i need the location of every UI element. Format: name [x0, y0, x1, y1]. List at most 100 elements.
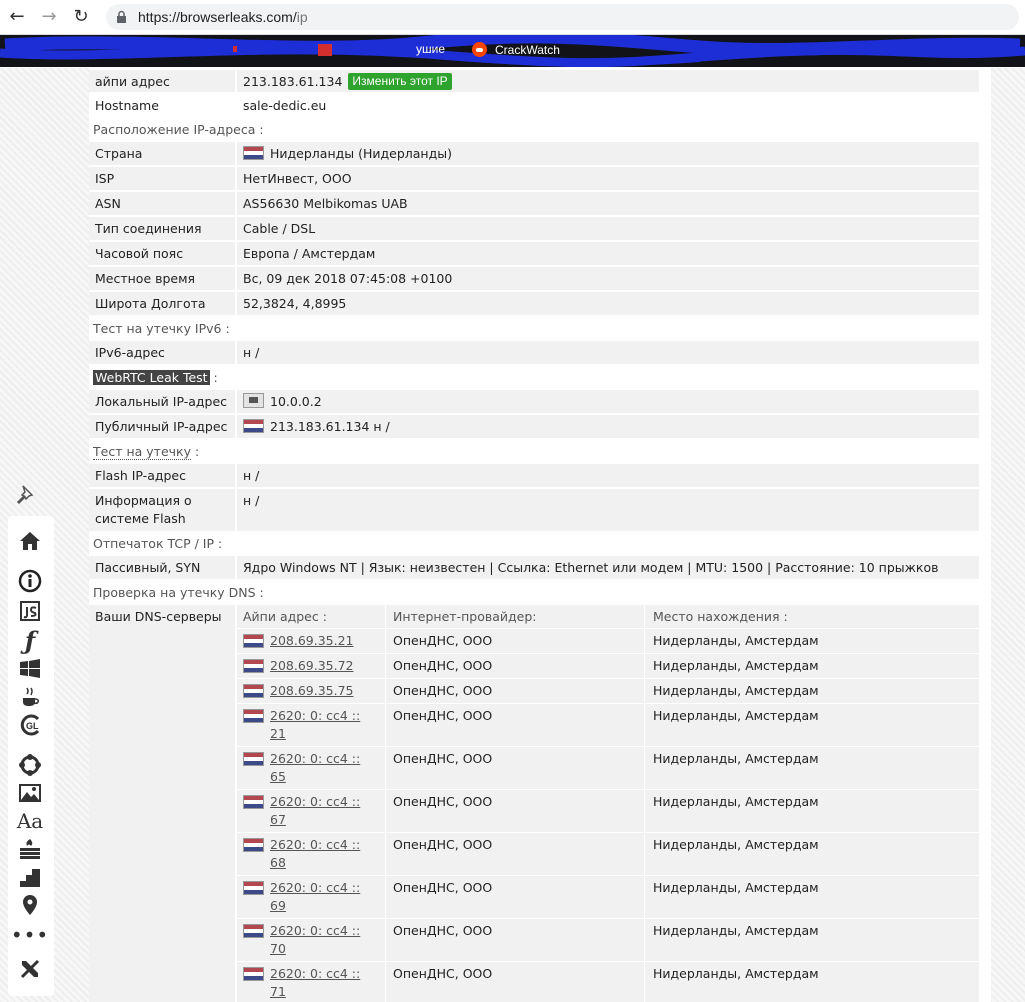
row-value: н /: [237, 489, 979, 531]
dns-column-divider: [385, 605, 386, 1002]
dns-ip-link[interactable]: 2620: 0: cc4 :: 69: [270, 879, 370, 915]
ipv6-row: IPv6-адрес н /: [89, 341, 979, 364]
netherlands-flag-icon: [243, 795, 264, 809]
dns-location: Нидерланды, Амстердам: [653, 794, 819, 809]
tools-icon[interactable]: [17, 956, 43, 982]
steps-icon[interactable]: [17, 864, 43, 890]
row-label: Информация о системе Flash: [89, 489, 235, 531]
dns-isp: ОпенДНС, ООО: [393, 837, 493, 852]
netherlands-flag-icon: [243, 146, 264, 160]
section-flash-heading: Тест на утечку :: [93, 444, 200, 460]
dns-ip-link[interactable]: 2620: 0: cc4 :: 70: [270, 922, 370, 958]
dns-isp: ОпенДНС, ООО: [393, 880, 493, 895]
more-icon[interactable]: •••: [11, 922, 48, 948]
row-label: айпи адрес: [89, 70, 235, 92]
url-path: ip: [296, 9, 308, 25]
lock-icon: [117, 10, 126, 23]
dns-ip-link[interactable]: 2620: 0: cc4 :: 65: [270, 750, 370, 786]
netherlands-flag-icon: [243, 634, 264, 648]
local-time-row: Местное время Вс, 09 дек 2018 07:45:08 +…: [89, 267, 979, 290]
fonts-icon[interactable]: [17, 752, 43, 778]
dns-row-separator: [237, 678, 979, 679]
pin-icon[interactable]: [14, 482, 40, 508]
font-icon[interactable]: Aa: [17, 808, 43, 834]
section-location-heading: Расположение IP-адреса :: [93, 122, 264, 137]
row-value: Cable / DSL: [237, 217, 979, 240]
home-icon[interactable]: [17, 528, 43, 554]
row-value: Ядро Windows NT | Язык: неизвестен | Ссы…: [237, 556, 979, 579]
back-arrow-icon[interactable]: ←: [6, 6, 28, 28]
ip-address-row: айпи адрес 213.183.61.134 Изменить этот …: [89, 70, 979, 92]
reload-icon[interactable]: ↻: [70, 6, 92, 28]
dns-isp: ОпенДНС, ООО: [393, 683, 493, 698]
row-value: 10.0.0.2: [237, 390, 979, 413]
dns-col-location: Место нахождения :: [653, 609, 788, 624]
javascript-icon[interactable]: [17, 598, 43, 624]
reddit-icon: [472, 42, 487, 57]
forward-arrow-icon[interactable]: →: [38, 6, 60, 28]
connection-type-row: Тип соединения Cable / DSL: [89, 217, 979, 240]
firewall-icon[interactable]: [17, 836, 43, 862]
row-label: Местное время: [89, 267, 235, 290]
row-label: Flash IP-адрес: [89, 464, 235, 487]
row-value: Европа / Амстердам: [237, 242, 979, 265]
dns-location: Нидерланды, Амстердам: [653, 708, 819, 723]
dns-location: Нидерланды, Амстердам: [653, 633, 819, 648]
ip-address-value: 213.183.61.134: [243, 74, 343, 89]
netherlands-flag-icon: [243, 881, 264, 895]
row-value: Вс, 09 дек 2018 07:45:08 +0100: [237, 267, 979, 290]
flash-ip-row: Flash IP-адрес н /: [89, 464, 979, 487]
section-webrtc-heading: WebRTC Leak Test :: [93, 370, 218, 385]
dns-isp: ОпенДНС, ООО: [393, 658, 493, 673]
java-icon[interactable]: [17, 684, 43, 710]
bookmarks-bar: ушие CrackWatch: [0, 35, 1025, 67]
webgl-icon[interactable]: GL: [17, 712, 43, 738]
image-icon[interactable]: [17, 780, 43, 806]
bookmark-crackwatch[interactable]: CrackWatch: [472, 42, 560, 57]
row-value: н /: [237, 341, 979, 364]
flash-icon[interactable]: ƒ: [17, 628, 43, 654]
dns-location: Нидерланды, Амстердам: [653, 751, 819, 766]
dns-location: Нидерланды, Амстердам: [653, 658, 819, 673]
netherlands-flag-icon: [243, 924, 264, 938]
dns-isp: ОпенДНС, ООО: [393, 794, 493, 809]
bookmark-partial[interactable]: ушие: [416, 42, 445, 56]
dns-ip-link[interactable]: 2620: 0: cc4 :: 21: [270, 707, 370, 743]
dns-ip-link[interactable]: 2620: 0: cc4 :: 67: [270, 793, 370, 829]
dns-row-separator: [237, 703, 979, 704]
row-label: Тип соединения: [89, 217, 235, 240]
windows-icon[interactable]: [17, 656, 43, 682]
row-value: sale-dedic.eu: [237, 94, 979, 116]
row-label: Пассивный, SYN: [89, 556, 235, 579]
isp-row: ISP НетИнвест, ООО: [89, 167, 979, 190]
dns-ip-link[interactable]: 208.69.35.21: [270, 632, 380, 650]
change-ip-button[interactable]: Изменить этот IP: [348, 73, 452, 90]
location-icon[interactable]: [17, 892, 43, 918]
dns-column-divider: [644, 605, 645, 1002]
row-value: 213.183.61.134 Изменить этот IP: [237, 70, 979, 92]
section-tcp-heading: Отпечаток TCP / IP :: [93, 536, 223, 551]
dns-ip-link[interactable]: 208.69.35.72: [270, 657, 380, 675]
row-label: Страна: [89, 142, 235, 165]
country-row: Страна Нидерланды (Нидерланды): [89, 142, 979, 165]
dns-servers-row: Ваши DNS-серверы Айпи адрес : Интернет-п…: [89, 605, 979, 1002]
dns-row-separator: [237, 961, 979, 962]
row-label: Широта Долгота: [89, 292, 235, 315]
dns-col-isp: Интернет-провайдер:: [393, 609, 537, 624]
lan-icon: [243, 393, 264, 408]
dns-ip-link[interactable]: 208.69.35.75: [270, 682, 380, 700]
url-text: https://browserleaks.com/ip: [138, 9, 308, 25]
address-bar[interactable]: https://browserleaks.com/ip: [106, 4, 1019, 30]
dns-ip-link[interactable]: 2620: 0: cc4 :: 71: [270, 965, 370, 1001]
row-label: Локальный IP-адрес: [89, 390, 235, 413]
dns-location: Нидерланды, Амстердам: [653, 966, 819, 981]
info-icon[interactable]: [17, 568, 43, 594]
row-value: Нидерланды (Нидерланды): [237, 142, 979, 165]
flash-info-row: Информация о системе Flash н /: [89, 489, 979, 531]
dns-ip-link[interactable]: 2620: 0: cc4 :: 68: [270, 836, 370, 872]
dns-row-separator: [237, 628, 979, 629]
section-ipv6-heading: Тест на утечку IPv6 :: [93, 321, 230, 336]
netherlands-flag-icon: [243, 967, 264, 981]
row-label: Часовой пояс: [89, 242, 235, 265]
netherlands-flag-icon: [243, 752, 264, 766]
